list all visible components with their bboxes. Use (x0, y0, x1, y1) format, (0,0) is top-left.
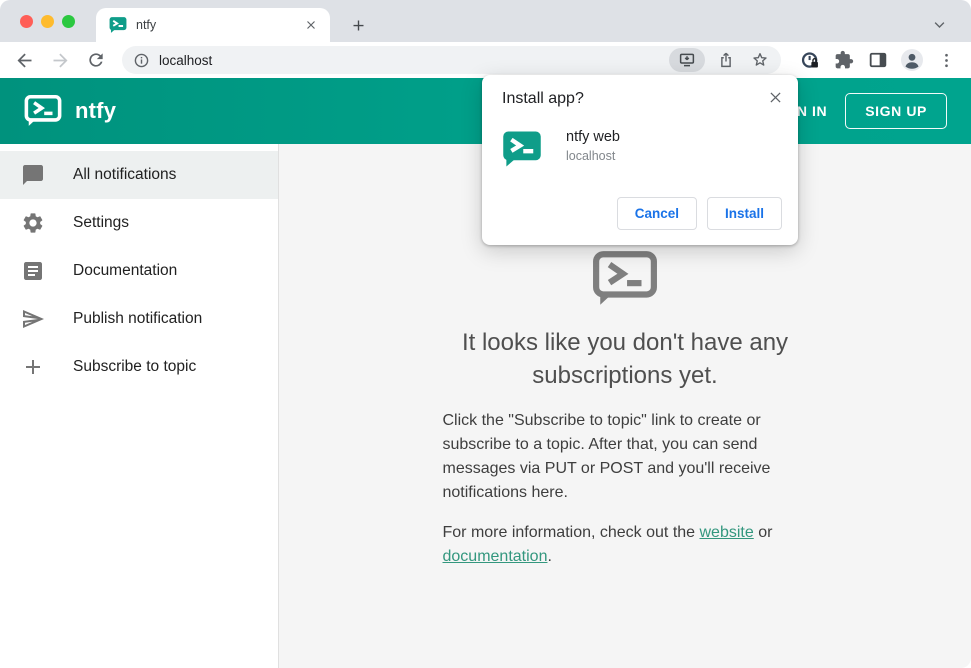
website-link[interactable]: website (700, 524, 754, 541)
tab-close-icon[interactable] (302, 16, 320, 34)
browser-toolbar: localhost (0, 42, 971, 78)
more-info-or: or (753, 524, 773, 541)
ntfy-app-icon (502, 129, 542, 169)
send-icon (21, 307, 45, 331)
brand-name: ntfy (75, 98, 117, 123)
install-button[interactable]: Install (706, 197, 782, 230)
chat-bubble-icon (21, 163, 45, 187)
extensions-puzzle-icon[interactable] (831, 47, 857, 73)
documentation-link[interactable]: documentation (443, 548, 548, 565)
zoom-window-button[interactable] (62, 15, 75, 28)
sidebar-item-subscribe-to-topic[interactable]: Subscribe to topic (0, 343, 278, 391)
share-icon[interactable] (713, 48, 739, 72)
sidebar-item-all-notifications[interactable]: All notifications (0, 151, 278, 199)
menu-kebab-icon[interactable] (933, 47, 959, 73)
cancel-button[interactable]: Cancel (616, 197, 697, 230)
install-app-icon[interactable] (669, 48, 705, 72)
dialog-title: Install app? (502, 90, 584, 107)
dialog-buttons: Cancel Install (616, 197, 782, 230)
site-info-icon[interactable] (133, 52, 150, 69)
more-info-period: . (547, 548, 552, 565)
back-icon[interactable] (12, 48, 36, 72)
more-info-paragraph: For more information, check out the webs… (443, 521, 808, 569)
more-info-prefix: For more information, check out the (442, 524, 700, 541)
tab-title: ntfy (136, 18, 157, 32)
sidebar-item-label: Subscribe to topic (73, 358, 197, 375)
empty-state-heading: It looks like you don't have any subscri… (461, 329, 789, 389)
browser-window: ntfy localhost ntfy SIGN IN SIGN UP All … (0, 0, 971, 668)
dialog-app-text: ntfy web localhost (566, 129, 620, 169)
traffic-lights (20, 15, 75, 28)
browser-tab-ntfy[interactable]: ntfy (96, 8, 330, 42)
plus-icon (21, 355, 45, 379)
sidebar-item-publish-notification[interactable]: Publish notification (0, 295, 278, 343)
empty-state-text: Click the "Subscribe to topic" link to c… (443, 409, 808, 569)
ntfy-empty-state-icon (592, 250, 658, 308)
side-panel-icon[interactable] (865, 47, 891, 73)
dialog-close-icon[interactable] (764, 86, 786, 108)
sidebar-item-label: Publish notification (73, 310, 203, 327)
titlebar: ntfy (0, 0, 971, 42)
sidebar-item-documentation[interactable]: Documentation (0, 247, 278, 295)
sidebar-item-label: Settings (73, 214, 130, 231)
profile-avatar-icon[interactable] (899, 47, 925, 73)
article-icon (21, 259, 45, 283)
sidebar-item-label: Documentation (73, 262, 178, 279)
close-window-button[interactable] (20, 15, 33, 28)
reload-icon[interactable] (84, 48, 108, 72)
tab-search-chevron-icon[interactable] (927, 14, 951, 34)
empty-state-paragraph: Click the "Subscribe to topic" link to c… (442, 412, 771, 501)
url-text[interactable]: localhost (159, 53, 661, 68)
bookmark-star-icon[interactable] (747, 48, 773, 72)
install-app-dialog: Install app? ntfy web localhost Cancel I… (482, 75, 798, 245)
gear-icon (21, 211, 45, 235)
forward-icon[interactable] (48, 48, 72, 72)
dialog-app-name: ntfy web (566, 129, 620, 145)
dialog-app-row: ntfy web localhost (502, 129, 778, 169)
sign-up-button[interactable]: SIGN UP (845, 93, 947, 129)
minimize-window-button[interactable] (41, 15, 54, 28)
dialog-app-origin: localhost (566, 149, 616, 163)
sidebar-item-label: All notifications (73, 166, 177, 183)
sidebar: All notifications Settings Documentation… (0, 144, 279, 668)
sidebar-item-settings[interactable]: Settings (0, 199, 278, 247)
ntfy-logo-icon (24, 94, 62, 128)
ntfy-favicon-icon (109, 16, 127, 34)
address-bar[interactable]: localhost (122, 46, 781, 74)
privacy-extension-icon[interactable] (797, 47, 823, 73)
new-tab-button[interactable] (344, 11, 372, 39)
